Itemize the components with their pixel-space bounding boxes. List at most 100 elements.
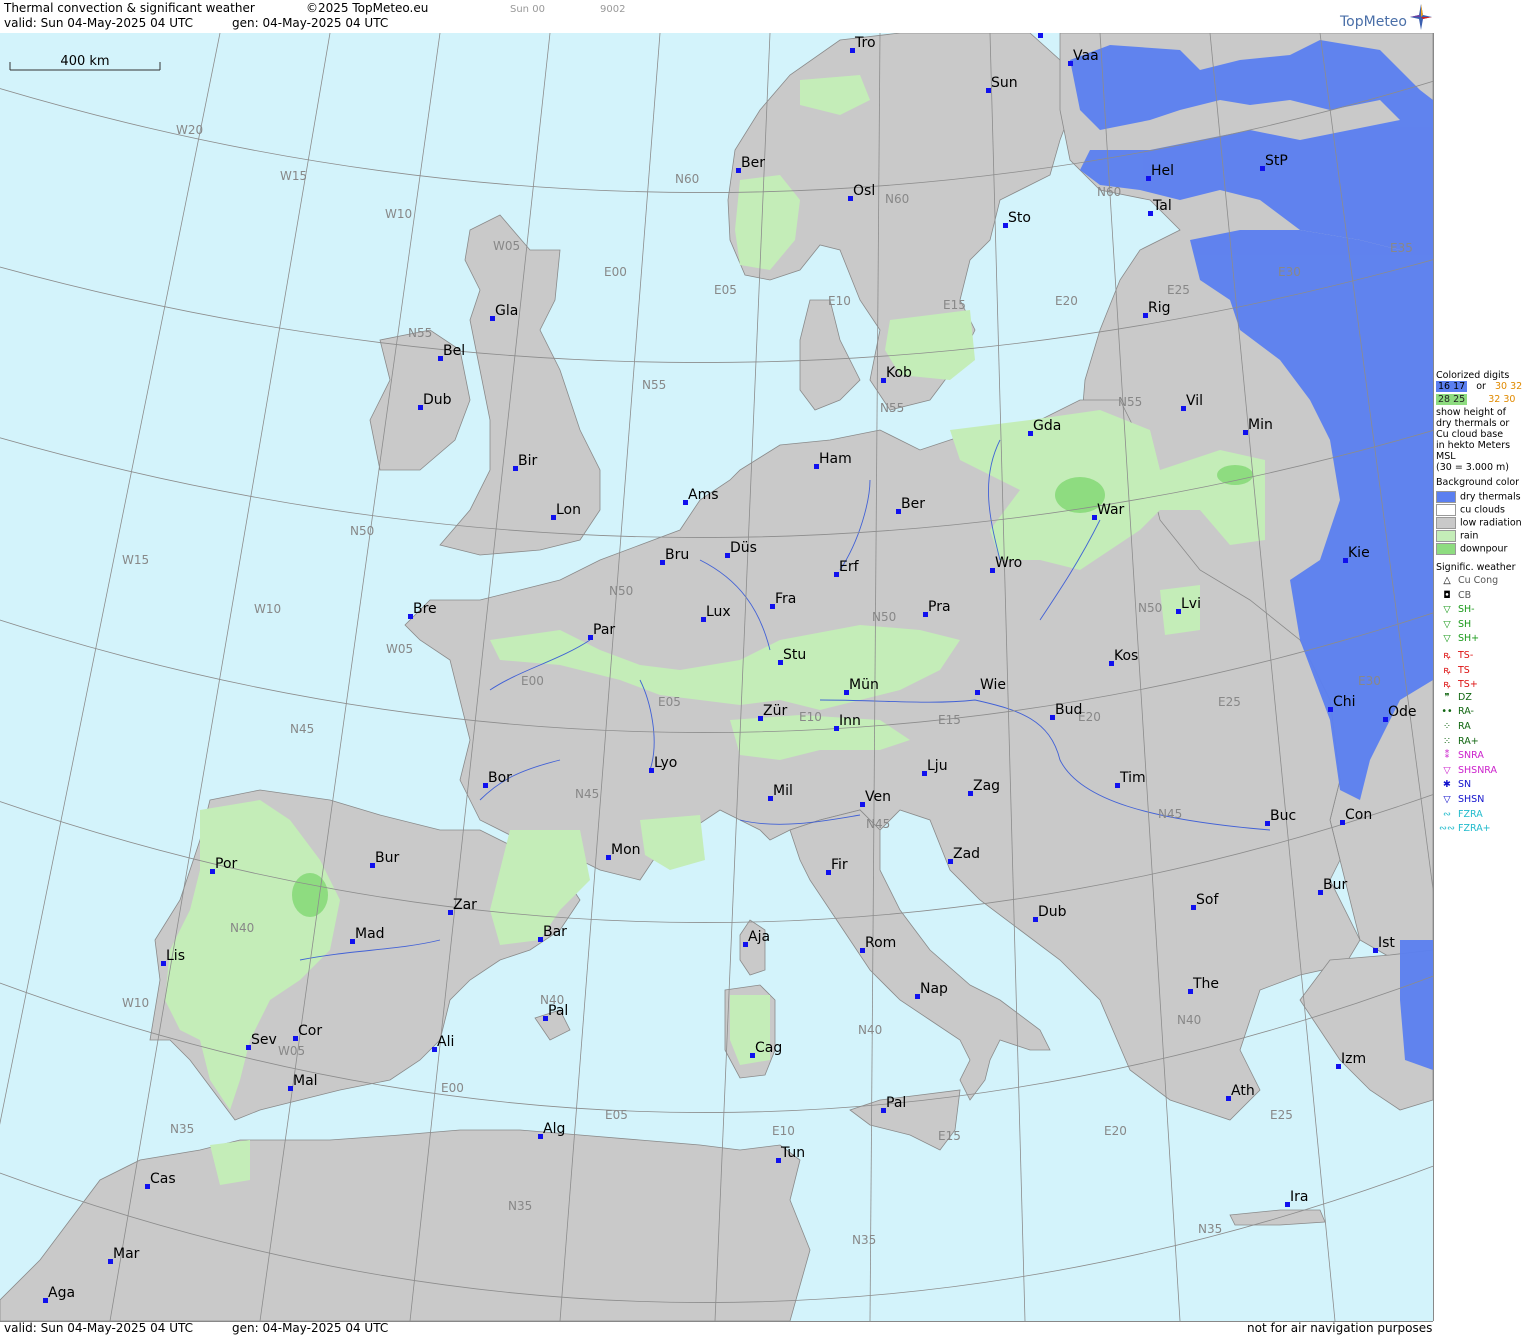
legend-weather-item: ꝶ TS <box>1436 663 1469 676</box>
city-label: Stu <box>783 647 806 663</box>
weather-symbol-label: FZRA+ <box>1458 823 1491 835</box>
city-label: Pra <box>928 599 951 615</box>
city-label: Ist <box>1378 935 1395 951</box>
legend-digit-sample-orange-2: 32 30 <box>1488 394 1516 405</box>
legend-weather-item: ▽ SH+ <box>1436 633 1479 644</box>
city-label: Ham <box>819 451 852 467</box>
city-label: Aga <box>48 1285 75 1301</box>
grid-label: N55 <box>880 401 904 415</box>
city-label: Chi <box>1333 694 1356 710</box>
city-label: Izm <box>1341 1051 1366 1067</box>
grid-label: N45 <box>575 787 599 801</box>
city-label: Bir <box>518 453 537 469</box>
grid-label: N35 <box>170 1122 194 1136</box>
city-label: Lvi <box>1181 596 1201 612</box>
city-label: Bru <box>665 547 689 563</box>
weather-symbol-icon: ▽ <box>1443 764 1451 776</box>
city-label: Zar <box>453 897 477 913</box>
grid-label: W15 <box>122 553 149 567</box>
weather-symbol-label: TS- <box>1458 650 1474 661</box>
grid-label: E15 <box>938 1129 961 1143</box>
city-label: Erf <box>839 559 860 575</box>
grid-label: W15 <box>280 169 307 183</box>
grid-label: E35 <box>1390 241 1413 255</box>
legend-background-item: dry thermals <box>1436 491 1521 503</box>
city-label: Ode <box>1388 704 1417 720</box>
city-label: Lux <box>706 604 731 620</box>
map-footer: valid: Sun 04-May-2025 04 UTC gen: 04-Ma… <box>0 1321 1433 1336</box>
city-label: Par <box>593 622 615 638</box>
legend-weather-item: ⁘ RA <box>1436 721 1471 732</box>
legend-digit-sample-blue: 16 17 <box>1436 381 1468 392</box>
city-label: Kob <box>886 365 912 381</box>
legend-digit-sample-orange: 30 32 <box>1494 381 1523 392</box>
weather-symbol-label: SHSNRA <box>1458 764 1498 776</box>
grid-label: N50 <box>609 584 633 598</box>
weather-symbol-icon: ▽ <box>1443 633 1451 645</box>
weather-map[interactable]: W20 W15 W10 W05 E00 E05 E10 E15 E20 E25 E30 E35 N60 N… <box>0 33 1434 1321</box>
city-label: Ber <box>901 496 925 512</box>
legend-desc-4: in hekto Meters <box>1436 440 1511 451</box>
footer-disclaimer: not for air navigation purposes <box>1247 1321 1433 1335</box>
grid-label: N35 <box>1198 1222 1222 1236</box>
grid-label: N40 <box>1177 1013 1201 1027</box>
legend-weather-item: ꝶ TS- <box>1436 648 1473 661</box>
grid-label: N55 <box>408 326 432 340</box>
grid-label: E10 <box>828 294 851 308</box>
weather-symbol-label: RA- <box>1458 706 1474 718</box>
weather-symbol-icon: •• <box>1441 706 1453 718</box>
weather-symbol-icon: ▽ <box>1443 618 1451 630</box>
city-label: Lju <box>927 758 948 774</box>
legend-weather-item: ⁑ SNRA <box>1436 750 1484 761</box>
city-label: Dub <box>1038 904 1067 920</box>
scale-label: 400 km <box>60 54 109 69</box>
legend-weather-item: ∾∾ FZRA+ <box>1436 823 1491 834</box>
city-label: Lyo <box>654 755 677 771</box>
city-label: Buc <box>1270 808 1296 824</box>
city-label: Tim <box>1119 770 1146 786</box>
grid-label: E15 <box>943 298 966 312</box>
weather-symbol-label: DZ <box>1458 691 1472 703</box>
city-label: StP <box>1265 153 1288 169</box>
city-label: Sto <box>1008 210 1031 226</box>
weather-symbol-label: Cu Cong <box>1458 575 1499 586</box>
legend-background-label: low radiation <box>1460 517 1522 529</box>
city-label: Mad <box>355 926 385 942</box>
city-label: Rom <box>865 935 896 951</box>
weather-symbol-icon: ▽ <box>1443 794 1451 805</box>
city-label: Ven <box>865 789 891 805</box>
city-label: Zag <box>973 778 1000 794</box>
grid-label: E20 <box>1104 1124 1127 1138</box>
grid-label: E05 <box>605 1108 628 1122</box>
topmeteo-logo[interactable]: TopMeteo <box>1340 14 1407 30</box>
grid-label: E00 <box>521 674 544 688</box>
legend-swatch <box>1436 530 1456 542</box>
weather-symbol-icon: ∾∾ <box>1439 823 1455 835</box>
mini-label-day: Sun 00 <box>510 4 545 15</box>
downpour-poland-2 <box>1217 465 1253 485</box>
generated-time: gen: 04-May-2025 04 UTC <box>232 16 389 30</box>
grid-label: W05 <box>278 1044 305 1058</box>
city-label: Düs <box>730 540 757 556</box>
weather-symbol-label: RA <box>1458 721 1471 732</box>
legend-digit-or: or <box>1476 381 1486 392</box>
weather-symbol-icon: ∾ <box>1443 808 1451 820</box>
city-label: Mün <box>849 677 879 693</box>
city-label: Sun <box>991 75 1018 91</box>
grid-label: W20 <box>176 123 203 137</box>
city-label: Cor <box>298 1023 322 1039</box>
city-label: Zad <box>953 846 980 862</box>
grid-label: E25 <box>1218 695 1241 709</box>
legend-weather-item: ▽ SH- <box>1436 604 1475 616</box>
city-label: Bud <box>1055 702 1082 718</box>
city-label: Fir <box>831 857 848 873</box>
grid-label: N45 <box>290 722 314 736</box>
legend-weather-item: ◘ CB <box>1436 590 1471 601</box>
weather-symbol-label: SHSN <box>1458 794 1485 805</box>
city-label: Lis <box>166 948 185 964</box>
city-label: Alg <box>543 1121 565 1137</box>
weather-symbol-label: SH- <box>1458 604 1475 616</box>
legend-weather-item: ▽ SH <box>1436 619 1471 630</box>
city-label: Pal <box>886 1095 906 1111</box>
city-label: Tun <box>780 1145 805 1161</box>
